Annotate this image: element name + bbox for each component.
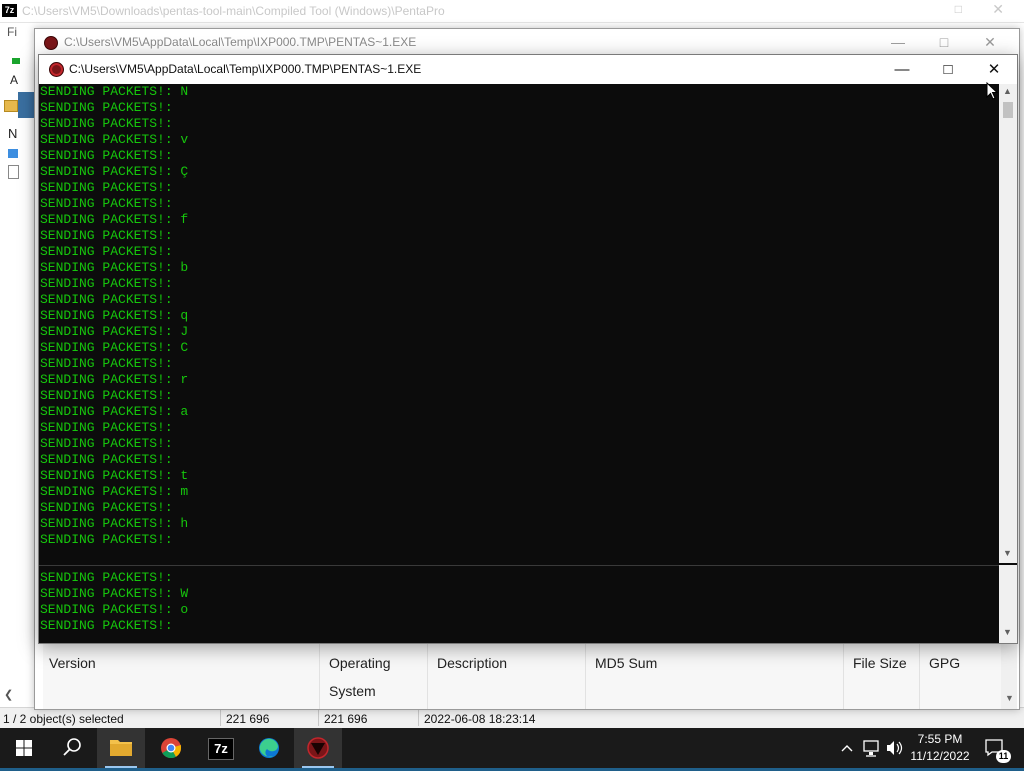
status-bar: 1 / 2 object(s) selected 221 696 221 696… (0, 707, 1024, 729)
console-line: SENDING PACKETS!: (40, 452, 173, 467)
scroll-thumb[interactable] (1003, 102, 1013, 118)
folder-icon[interactable] (4, 100, 18, 112)
console-line: SENDING PACKETS!: W (40, 586, 189, 601)
console-line: SENDING PACKETS!: m (40, 484, 189, 499)
front-console-titlebar[interactable]: C:\Users\VM5\AppData\Local\Temp\IXP000.T… (39, 55, 1017, 84)
clock-time: 7:55 PM (917, 732, 963, 746)
console-line: SENDING PACKETS!: (40, 420, 173, 435)
status-packed-size: 221 696 (324, 712, 368, 726)
console-line: SENDING PACKETS!: a (40, 404, 189, 419)
chrome-icon[interactable] (147, 728, 195, 768)
minimize-button[interactable]: — (879, 55, 925, 84)
console-line: SENDING PACKETS!: q (40, 308, 189, 323)
front-console-title: C:\Users\VM5\AppData\Local\Temp\IXP000.T… (69, 62, 422, 76)
add-icon[interactable] (12, 58, 20, 64)
console-line: SENDING PACKETS!: v (40, 132, 189, 147)
status-selected: 1 / 2 object(s) selected (3, 712, 124, 726)
console-lower-scrollbar[interactable]: ▼ (999, 565, 1017, 643)
console-line: SENDING PACKETS!: (40, 570, 173, 585)
close-icon[interactable]: ✕ (992, 1, 1004, 18)
console-line: SENDING PACKETS!: (40, 618, 173, 633)
minimize-button[interactable]: — (875, 29, 921, 55)
console-line: SENDING PACKETS!: t (40, 468, 189, 483)
console-line: SENDING PACKETS!: (40, 228, 173, 243)
name-column-header[interactable]: N (8, 126, 17, 141)
close-button[interactable]: ✕ (967, 29, 1013, 55)
scroll-down-icon[interactable]: ▼ (1003, 627, 1012, 637)
console-line: SENDING PACKETS!: (40, 436, 173, 451)
console-line: SENDING PACKETS!: (40, 532, 173, 547)
column-operating-system[interactable]: Operating System (329, 649, 419, 705)
background-titlebar: 7z C:\Users\VM5\Downloads\pentas-tool-ma… (0, 0, 1024, 23)
scroll-down-icon[interactable]: ▼ (1003, 548, 1012, 558)
console-output[interactable]: SENDING PACKETS!: N SENDING PACKETS!: SEND… (39, 84, 999, 643)
column-version[interactable]: Version (49, 649, 96, 677)
column-md5-sum[interactable]: MD5 Sum (595, 649, 657, 677)
scroll-down-icon[interactable]: ▼ (1005, 693, 1014, 703)
console-line: SENDING PACKETS!: C (40, 340, 189, 355)
status-size: 221 696 (226, 712, 270, 726)
close-button[interactable]: ✕ (971, 55, 1017, 84)
taskbar-clock[interactable]: 7:55 PM 11/12/2022 (905, 731, 975, 765)
console-line: SENDING PACKETS!: Ç (40, 164, 189, 179)
console-line: SENDING PACKETS!: r (40, 372, 189, 387)
rear-console-titlebar[interactable]: C:\Users\VM5\AppData\Local\Temp\IXP000.T… (35, 29, 1019, 55)
pentas-app-icon[interactable] (294, 728, 342, 768)
console-line: SENDING PACKETS!: (40, 244, 173, 259)
console-line: SENDING PACKETS!: (40, 180, 173, 195)
7zip-icon[interactable]: 7z (196, 728, 244, 768)
file-row-icon[interactable] (8, 165, 19, 179)
app-icon (49, 62, 64, 77)
scroll-up-icon[interactable]: ▲ (1003, 86, 1012, 96)
console-vertical-scrollbar[interactable]: ▲ ▼ (999, 84, 1017, 563)
app-icon (44, 36, 58, 50)
status-modified: 2022-06-08 18:23:14 (424, 712, 536, 726)
selected-row-icon[interactable] (8, 149, 18, 158)
console-line: SENDING PACKETS!: (40, 500, 173, 515)
column-description[interactable]: Description (437, 649, 507, 677)
7zip-label: 7z (208, 738, 234, 760)
maximize-button[interactable]: □ (925, 55, 971, 84)
maximize-icon[interactable]: □ (955, 2, 962, 16)
menu-file[interactable]: Fi (7, 25, 17, 39)
notification-center-icon[interactable]: 11 (980, 728, 1011, 768)
console-line: SENDING PACKETS!: N (40, 84, 189, 99)
windows-start-icon[interactable] (0, 728, 48, 768)
console-line: SENDING PACKETS!: (40, 356, 173, 371)
taskbar: 7z 7:55 PM 11/12/2022 11 (0, 728, 1024, 768)
console-line: SENDING PACKETS!: o (40, 602, 189, 617)
background-window-title: C:\Users\VM5\Downloads\pentas-tool-main\… (22, 4, 445, 18)
console-line: SENDING PACKETS!: f (40, 212, 189, 227)
scroll-left-icon[interactable]: ❮ (4, 688, 13, 701)
edge-icon[interactable] (245, 728, 293, 768)
console-line: SENDING PACKETS!: (40, 116, 173, 131)
search-icon[interactable] (48, 728, 96, 768)
notification-badge: 11 (996, 750, 1011, 763)
console-line: SENDING PACKETS!: (40, 388, 173, 403)
console-line: SENDING PACKETS!: (40, 292, 173, 307)
clock-date: 11/12/2022 (910, 749, 970, 763)
console-line: SENDING PACKETS!: (40, 100, 173, 115)
console-line: SENDING PACKETS!: (40, 148, 173, 163)
console-line: SENDING PACKETS!: b (40, 260, 189, 275)
column-gpg[interactable]: GPG (929, 649, 960, 677)
maximize-button[interactable]: □ (921, 29, 967, 55)
console-line: SENDING PACKETS!: (40, 276, 173, 291)
file-explorer-icon[interactable] (97, 728, 145, 768)
console-line: SENDING PACKETS!: J (40, 324, 189, 339)
front-console-window: C:\Users\VM5\AppData\Local\Temp\IXP000.T… (38, 54, 1018, 644)
console-upper-pane[interactable]: SENDING PACKETS!: N SENDING PACKETS!: SEND… (39, 84, 999, 563)
volume-icon[interactable] (884, 728, 904, 768)
rear-vertical-scrollbar[interactable]: ▼ (1001, 641, 1017, 709)
toolbar-label: A (10, 73, 19, 87)
console-lower-pane[interactable]: SENDING PACKETS!: SENDING PACKETS!: W SEND… (39, 565, 999, 643)
network-icon[interactable] (860, 728, 882, 768)
rear-console-title: C:\Users\VM5\AppData\Local\Temp\IXP000.T… (64, 35, 417, 49)
file-table-header: Version Operating System Description MD5… (43, 641, 1001, 709)
show-hidden-icons-icon[interactable] (838, 728, 856, 768)
console-line: SENDING PACKETS!: (40, 196, 173, 211)
console-line: SENDING PACKETS!: h (40, 516, 189, 531)
7zip-logo-icon: 7z (2, 4, 17, 17)
column-file-size[interactable]: File Size (853, 649, 907, 677)
